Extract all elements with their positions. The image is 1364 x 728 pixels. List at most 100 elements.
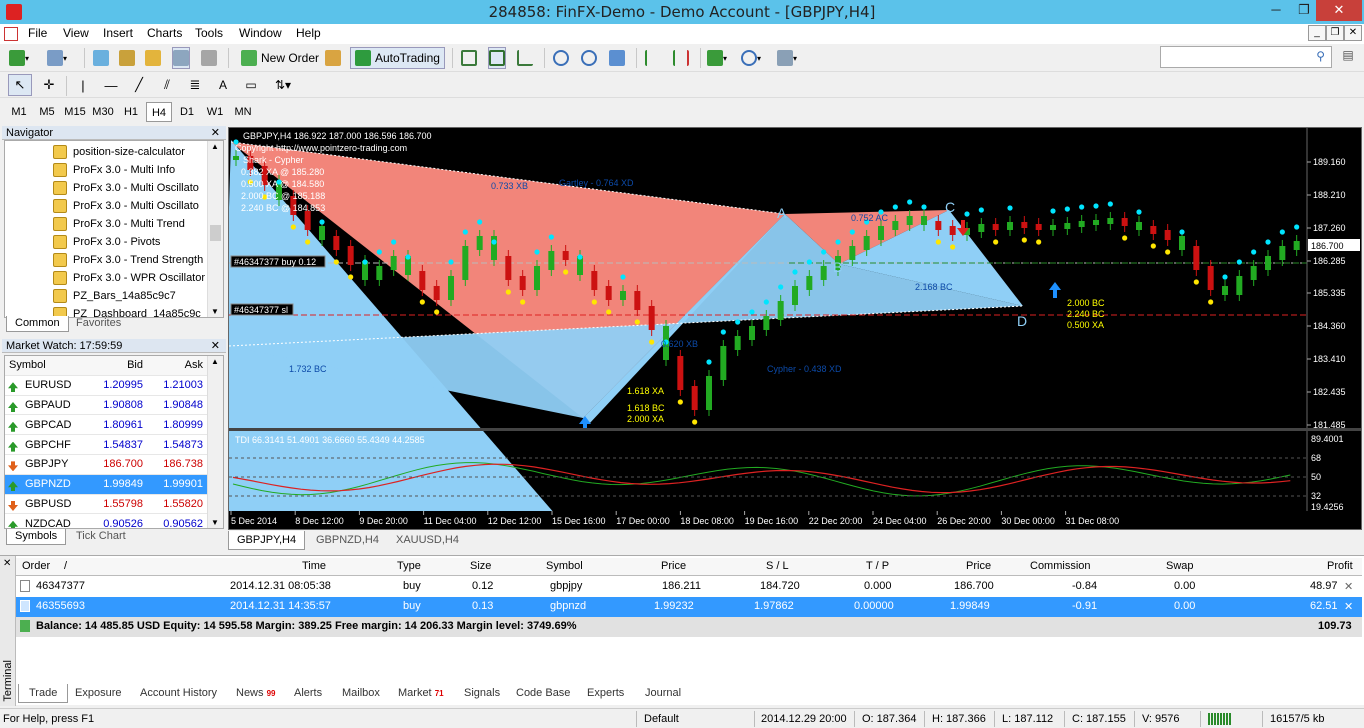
- timeframe-h4[interactable]: H4: [146, 102, 172, 122]
- tab-mailbox[interactable]: Mailbox: [342, 684, 380, 703]
- market-watch-row[interactable]: GBPAUD 1.90808 1.90848: [5, 396, 207, 416]
- col-symbol[interactable]: Symbol: [5, 359, 89, 371]
- nav-item[interactable]: ProFx 3.0 - Multi Trend: [53, 215, 185, 233]
- terminal-button[interactable]: [172, 47, 190, 69]
- chart-shift-button[interactable]: [644, 47, 662, 69]
- new-chart-button[interactable]: ▾: [8, 47, 30, 69]
- menu-charts[interactable]: Charts: [147, 26, 182, 40]
- timeframe-m5[interactable]: M5: [34, 102, 60, 122]
- market-watch-row[interactable]: GBPUSD 1.55798 1.55820: [5, 495, 207, 515]
- market-watch-row[interactable]: NZDCAD 0.90526 0.90562: [5, 514, 207, 528]
- market-watch-row[interactable]: GBPJPY 186.700 186.738: [5, 455, 207, 475]
- market-watch-scrollbar[interactable]: ▲ ▼: [207, 356, 223, 528]
- tab-journal[interactable]: Journal: [645, 684, 681, 703]
- trendline-button[interactable]: ╱: [128, 74, 150, 96]
- timeframe-m1[interactable]: M1: [6, 102, 32, 122]
- tab-news[interactable]: News 99: [236, 684, 275, 703]
- mdi-minimize-button[interactable]: _: [1308, 25, 1326, 41]
- market-watch-row[interactable]: GBPNZD 1.99849 1.99901: [5, 474, 207, 495]
- scroll-up-icon[interactable]: ▲: [211, 142, 219, 151]
- periods-button[interactable]: ▾: [740, 47, 762, 69]
- mdi-close-button[interactable]: ✕: [1344, 25, 1362, 41]
- market-watch-row[interactable]: EURUSD 1.20995 1.21003: [5, 376, 207, 396]
- col-size[interactable]: Size: [470, 560, 491, 572]
- tab-trade[interactable]: Trade: [18, 684, 69, 703]
- timeframe-w1[interactable]: W1: [202, 102, 228, 122]
- profiles-button[interactable]: ▾: [46, 47, 68, 69]
- close-order-icon[interactable]: ✕: [1344, 580, 1353, 593]
- menu-tools[interactable]: Tools: [195, 26, 223, 40]
- timeframe-h1[interactable]: H1: [118, 102, 144, 122]
- tab-code-base[interactable]: Code Base: [516, 684, 570, 703]
- col-sl[interactable]: S / L: [766, 560, 789, 572]
- nav-item[interactable]: ProFx 3.0 - Multi Oscillato: [53, 179, 199, 197]
- col-time[interactable]: Time: [302, 560, 326, 572]
- tab-gbpnzd-h4[interactable]: GBPNZD,H4: [308, 531, 387, 550]
- col-ask[interactable]: Ask: [147, 359, 205, 371]
- tab-common[interactable]: Common: [6, 316, 69, 332]
- templates-button[interactable]: ▾: [776, 47, 798, 69]
- tab-favorites[interactable]: Favorites: [68, 316, 129, 332]
- scroll-up-icon[interactable]: ▲: [211, 357, 219, 366]
- equidistant-channel-button[interactable]: ⫽: [156, 74, 178, 96]
- strategy-tester-button[interactable]: [200, 47, 218, 69]
- maximize-button[interactable]: ❐: [1290, 0, 1318, 21]
- data-window-button[interactable]: [118, 47, 136, 69]
- navigator-close-button[interactable]: ✕: [211, 126, 220, 140]
- text-label-button[interactable]: ▭: [240, 74, 262, 96]
- col-swap[interactable]: Swap: [1166, 560, 1194, 572]
- metaeditor-button[interactable]: [324, 47, 342, 69]
- col-order[interactable]: Order: [22, 560, 50, 572]
- arrows-button[interactable]: ⇅▾: [268, 74, 298, 96]
- menu-help[interactable]: Help: [296, 26, 321, 40]
- community-icon[interactable]: ▤: [1338, 48, 1358, 66]
- bar-chart-button[interactable]: [460, 47, 478, 69]
- chart-canvas[interactable]: 189.160 188.210 187.260 186.285 185.335 184.3…: [219, 128, 1361, 544]
- col-profit[interactable]: Profit: [1327, 560, 1353, 572]
- market-watch-close-button[interactable]: ✕: [211, 339, 220, 353]
- price-chart[interactable]: 189.160 188.210 187.260 186.285 185.335 184.3…: [219, 127, 1362, 544]
- timeframe-d1[interactable]: D1: [174, 102, 200, 122]
- nav-item[interactable]: ProFx 3.0 - Pivots: [53, 233, 160, 251]
- col-sort[interactable]: /: [64, 560, 67, 572]
- tab-xauusd-h4[interactable]: XAUUSD,H4: [388, 531, 467, 550]
- zoom-in-button[interactable]: [552, 47, 570, 69]
- col-price[interactable]: Price: [661, 560, 686, 572]
- autotrading-button[interactable]: AutoTrading: [350, 47, 445, 69]
- vertical-line-button[interactable]: |: [72, 74, 94, 96]
- new-order-button[interactable]: New Order: [236, 47, 324, 69]
- crosshair-button[interactable]: ✛: [38, 74, 60, 96]
- line-chart-button[interactable]: [516, 47, 534, 69]
- menu-file[interactable]: File: [28, 26, 47, 40]
- scroll-thumb[interactable]: [210, 225, 221, 241]
- menu-insert[interactable]: Insert: [103, 26, 133, 40]
- timeframe-m15[interactable]: M15: [62, 102, 88, 122]
- timeframe-m30[interactable]: M30: [90, 102, 116, 122]
- nav-item[interactable]: ProFx 3.0 - WPR Oscillator: [53, 269, 205, 287]
- tab-market[interactable]: Market 71: [398, 684, 444, 703]
- col-commission[interactable]: Commission: [1030, 560, 1091, 572]
- scroll-down-icon[interactable]: ▼: [211, 307, 219, 316]
- tab-tick-chart[interactable]: Tick Chart: [68, 529, 134, 545]
- tab-experts[interactable]: Experts: [587, 684, 624, 703]
- tile-windows-button[interactable]: [608, 47, 626, 69]
- col-bid[interactable]: Bid: [89, 359, 147, 371]
- tab-gbpjpy-h4[interactable]: GBPJPY,H4: [228, 531, 306, 550]
- navigator-scrollbar[interactable]: ▲ ▼: [207, 141, 223, 317]
- nav-item[interactable]: position-size-calculator: [53, 143, 185, 161]
- tab-alerts[interactable]: Alerts: [294, 684, 322, 703]
- timeframe-mn[interactable]: MN: [230, 102, 256, 122]
- indicators-button[interactable]: ▾: [706, 47, 728, 69]
- search-input[interactable]: ⚲: [1160, 46, 1332, 68]
- mdi-restore-button[interactable]: ❐: [1326, 25, 1344, 41]
- fibonacci-button[interactable]: ≣: [184, 74, 206, 96]
- minimize-button[interactable]: ─: [1262, 0, 1290, 21]
- zoom-out-button[interactable]: [580, 47, 598, 69]
- table-row[interactable]: 46347377 2014.12.31 08:05:38 buy 0.12 gb…: [16, 577, 1362, 597]
- scroll-down-icon[interactable]: ▼: [211, 518, 219, 527]
- tab-exposure[interactable]: Exposure: [75, 684, 121, 703]
- menu-window[interactable]: Window: [239, 26, 282, 40]
- tab-signals[interactable]: Signals: [464, 684, 500, 703]
- connection-status-icon[interactable]: [1208, 713, 1232, 725]
- nav-item[interactable]: ProFx 3.0 - Multi Oscillato: [53, 197, 199, 215]
